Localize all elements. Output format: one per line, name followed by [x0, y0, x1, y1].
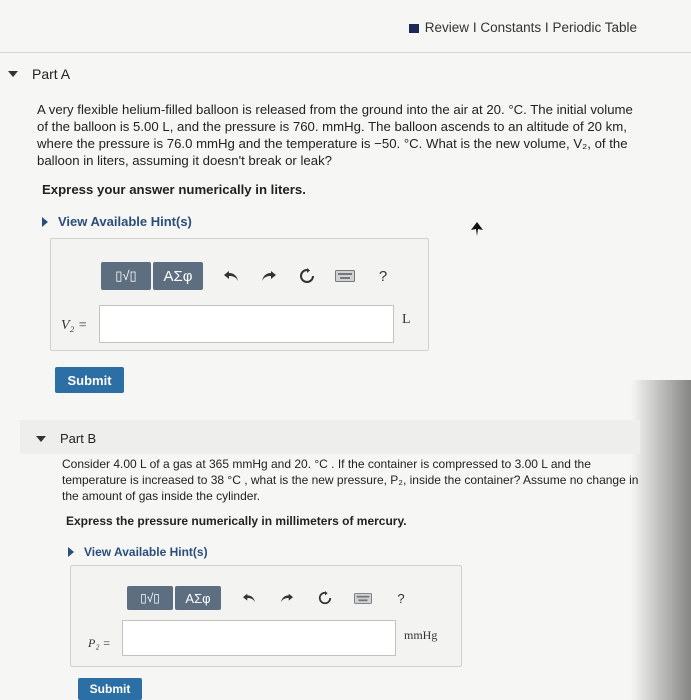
part-b-problem: Consider 4.00 L of a gas at 365 mmHg and… [62, 457, 639, 503]
part-a-title: Part A [32, 66, 71, 82]
reset-icon[interactable] [295, 264, 319, 288]
mouse-cursor-icon [471, 222, 483, 236]
collapse-caret-icon[interactable] [8, 71, 18, 77]
part-a-toolbar: ▯√▯ ΑΣφ ? [101, 262, 395, 290]
reset-icon[interactable] [313, 586, 337, 610]
expand-arrow-icon [42, 216, 48, 227]
part-a-hint-toggle[interactable]: View Available Hint(s) [42, 214, 192, 229]
v2-answer-input[interactable] [99, 305, 394, 343]
part-b-header[interactable]: Part B [36, 431, 96, 446]
undo-icon[interactable] [237, 586, 261, 610]
page: Review I Constants I Periodic Table Part… [0, 0, 691, 700]
review-link[interactable]: Review [425, 20, 469, 35]
hint-label: View Available Hint(s) [84, 545, 208, 559]
greek-symbols-button[interactable]: ΑΣφ [175, 586, 221, 610]
p2-answer-input[interactable] [122, 620, 396, 656]
keyboard-icon[interactable] [333, 264, 357, 288]
link-separator: I [544, 20, 549, 35]
hint-label: View Available Hint(s) [58, 214, 192, 229]
part-a-submit-button[interactable]: Submit [55, 367, 124, 393]
p2-unit: mmHg [404, 628, 438, 642]
undo-icon[interactable] [219, 264, 243, 288]
v2-label: V₂ = [61, 318, 88, 333]
link-separator: I [472, 20, 477, 35]
p2-label: P₂ = [88, 636, 111, 650]
collapse-caret-icon[interactable] [36, 435, 46, 442]
part-b-toolbar: ▯√▯ ΑΣφ ? [127, 586, 413, 610]
keyboard-icon[interactable] [351, 586, 375, 610]
photo-shadow [631, 380, 691, 700]
part-b-instruction: Express the pressure numerically in mill… [66, 514, 407, 528]
redo-icon[interactable] [275, 586, 299, 610]
divider [0, 52, 691, 53]
templates-button[interactable]: ▯√▯ [127, 586, 173, 610]
templates-button[interactable]: ▯√▯ [101, 262, 151, 290]
help-icon[interactable]: ? [371, 264, 395, 288]
part-b-hint-toggle[interactable]: View Available Hint(s) [68, 545, 208, 559]
part-a-instruction: Express your answer numerically in liter… [42, 182, 306, 197]
part-b-title: Part B [60, 431, 97, 446]
greek-symbols-button[interactable]: ΑΣφ [153, 262, 203, 290]
part-b-header-bg [20, 420, 640, 454]
part-a-problem: A very flexible helium-filled balloon is… [37, 102, 633, 168]
redo-icon[interactable] [257, 264, 281, 288]
periodic-table-link[interactable]: Periodic Table [552, 20, 637, 35]
expand-arrow-icon [68, 547, 74, 557]
help-icon[interactable]: ? [389, 586, 413, 610]
part-a-header[interactable]: Part A [8, 66, 70, 82]
constants-link[interactable]: Constants [480, 20, 541, 35]
flag-icon [408, 23, 419, 33]
part-b-submit-button[interactable]: Submit [78, 678, 142, 700]
top-links: Review I Constants I Periodic Table [408, 20, 637, 35]
v2-unit: L [402, 312, 411, 327]
